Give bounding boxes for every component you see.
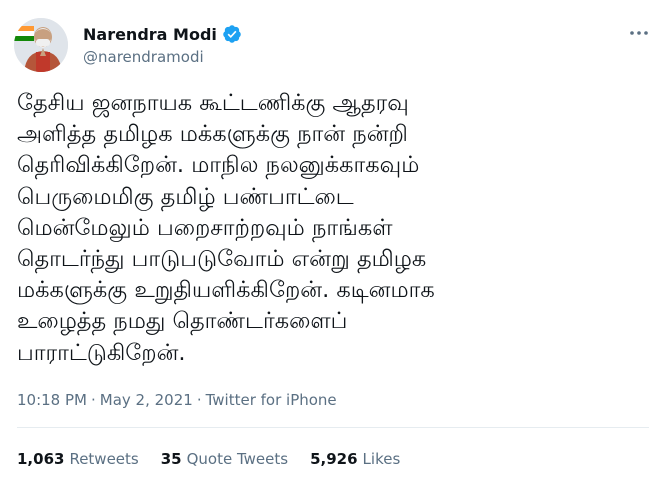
tweet-source[interactable]: Twitter for iPhone bbox=[206, 391, 337, 409]
verified-badge-icon bbox=[223, 25, 241, 43]
retweets-stat[interactable]: 1,063 Retweets bbox=[17, 450, 139, 468]
quote-tweets-count: 35 bbox=[160, 450, 182, 468]
tweet-meta: 10:18 PM · May 2, 2021 · Twitter for iPh… bbox=[17, 391, 337, 409]
tweet-stats: 1,063 Retweets 35 Quote Tweets 5,926 Lik… bbox=[17, 450, 400, 468]
author-display-name[interactable]: Narendra Modi bbox=[83, 25, 217, 44]
likes-count: 5,926 bbox=[310, 450, 358, 468]
meta-separator: · bbox=[196, 391, 202, 409]
quote-tweets-stat[interactable]: 35 Quote Tweets bbox=[161, 450, 288, 468]
tweet-text-line: பெருமைமிகு தமிழ் பண்பாட்டை bbox=[17, 183, 354, 210]
tweet-text-line: தேசிய ஜனநாயக கூட்டணிக்கு ஆதரவு bbox=[17, 90, 409, 116]
tweet-card: Narendra Modi @narendramodi தேசிய ஜனநாயக… bbox=[0, 0, 666, 491]
tweet-text-line: அளித்த தமிழக மக்களுக்கு நான் நன்றி bbox=[17, 121, 408, 148]
divider bbox=[17, 427, 649, 428]
retweets-count: 1,063 bbox=[17, 450, 65, 468]
avatar-image bbox=[14, 18, 68, 72]
meta-separator: · bbox=[90, 391, 96, 409]
avatar[interactable] bbox=[14, 18, 68, 72]
tweet-text-line: உழைத்த நமது தொண்டர்களைப் bbox=[17, 308, 348, 335]
tweet-text-line: தெரிவிக்கிறேன். மாநில நலனுக்காகவும் bbox=[17, 152, 420, 179]
more-dots-icon bbox=[630, 31, 648, 35]
tweet-time[interactable]: 10:18 PM bbox=[17, 391, 87, 409]
likes-stat[interactable]: 5,926 Likes bbox=[310, 450, 400, 468]
more-options-button[interactable] bbox=[628, 22, 650, 44]
tweet-text-line: பாராட்டுகிறேன். bbox=[17, 339, 186, 366]
tweet-date[interactable]: May 2, 2021 bbox=[100, 391, 193, 409]
tweet-text: தேசிய ஜனநாயக கூட்டணிக்கு ஆதரவு அளித்த தம… bbox=[17, 88, 647, 369]
quote-tweets-label: Quote Tweets bbox=[186, 450, 289, 468]
retweets-label: Retweets bbox=[69, 450, 139, 468]
tweet-text-line: தொடர்ந்து பாடுபடுவோம் என்று தமிழக bbox=[17, 246, 427, 273]
tweet-text-line: மக்களுக்கு உறுதியளிக்கிறேன். கடினமாக bbox=[17, 277, 435, 304]
author-handle[interactable]: @narendramodi bbox=[83, 48, 204, 66]
author-name-row: Narendra Modi bbox=[83, 24, 242, 44]
likes-label: Likes bbox=[362, 450, 401, 468]
tweet-text-line: மென்மேலும் பறைசாற்றவும் நாங்கள் bbox=[17, 214, 393, 241]
